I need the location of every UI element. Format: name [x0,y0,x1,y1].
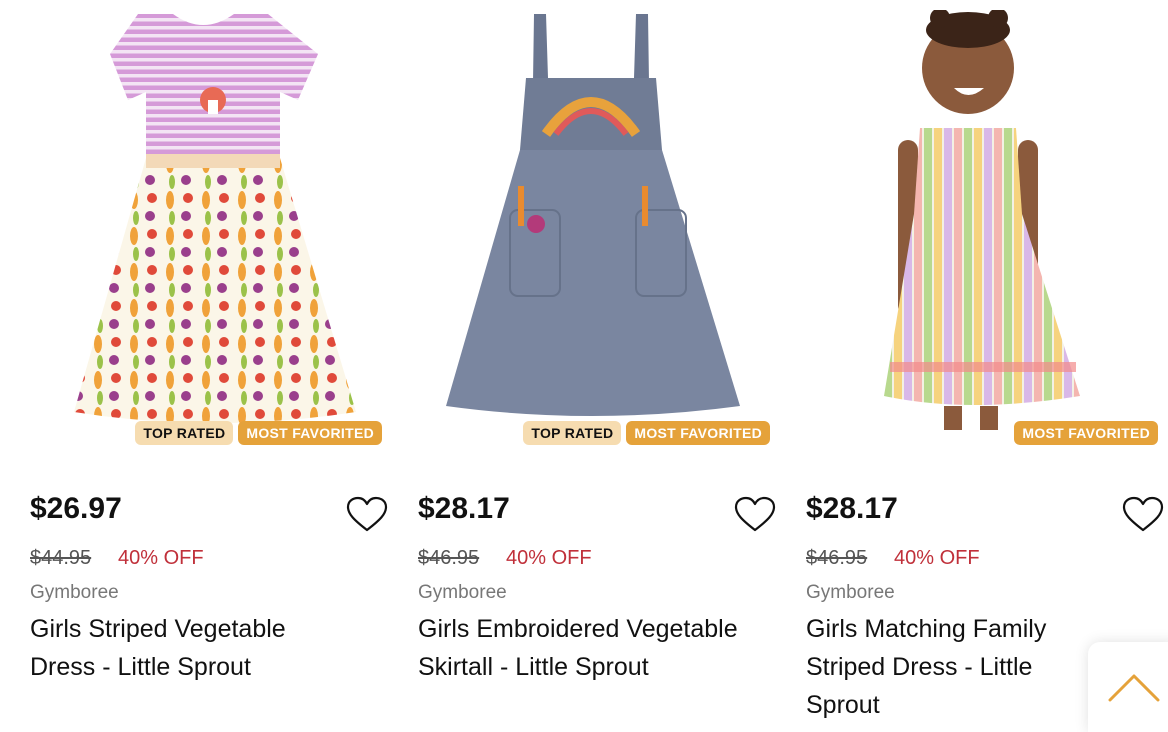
badge-group: TOP RATED MOST FAVORITED [523,421,770,445]
brand-name: Gymboree [806,582,895,603]
heart-icon[interactable] [346,496,388,534]
product-title[interactable]: Girls Striped Vegetable Dress - Little S… [30,610,330,686]
product-image[interactable] [18,10,388,450]
discount-label: 40% OFF [118,547,204,569]
original-price: $44.95 [30,547,92,569]
top-rated-badge: TOP RATED [135,421,234,445]
heart-icon[interactable] [1122,496,1164,534]
scroll-to-top-button[interactable] [1088,642,1168,732]
sale-price: $28.17 [806,492,898,525]
most-favorited-badge: MOST FAVORITED [626,421,770,445]
heart-icon[interactable] [734,496,776,534]
product-image[interactable] [406,10,776,450]
product-grid: TOP RATED MOST FAVORITED $26.97 $44.95 4… [0,0,1168,722]
product-title[interactable]: Girls Embroidered Vegetable Skirtall - L… [418,610,768,686]
product-card[interactable]: TOP RATED MOST FAVORITED $26.97 $44.95 4… [18,0,388,722]
sale-price: $26.97 [30,492,122,525]
brand-name: Gymboree [418,582,507,603]
most-favorited-badge: MOST FAVORITED [238,421,382,445]
sale-price: $28.17 [418,492,510,525]
product-title[interactable]: Girls Matching Family Striped Dress - Li… [806,610,1106,724]
top-rated-badge: TOP RATED [523,421,622,445]
product-card[interactable]: TOP RATED MOST FAVORITED $28.17 $46.95 4… [406,0,776,722]
product-image[interactable] [794,10,1164,450]
discount-label: 40% OFF [506,547,592,569]
skirtall-image [446,14,740,416]
badge-group: MOST FAVORITED [1014,421,1158,445]
brand-name: Gymboree [30,582,119,603]
product-card[interactable]: MOST FAVORITED $28.17 $46.95 40% OFF Gym… [794,0,1164,722]
badge-group: TOP RATED MOST FAVORITED [135,421,382,445]
model-dress-image [884,10,1080,430]
most-favorited-badge: MOST FAVORITED [1014,421,1158,445]
original-price: $46.95 [806,547,868,569]
dress-image [74,14,356,423]
original-price: $46.95 [418,547,480,569]
chevron-up-icon [1108,674,1160,702]
discount-label: 40% OFF [894,547,980,569]
